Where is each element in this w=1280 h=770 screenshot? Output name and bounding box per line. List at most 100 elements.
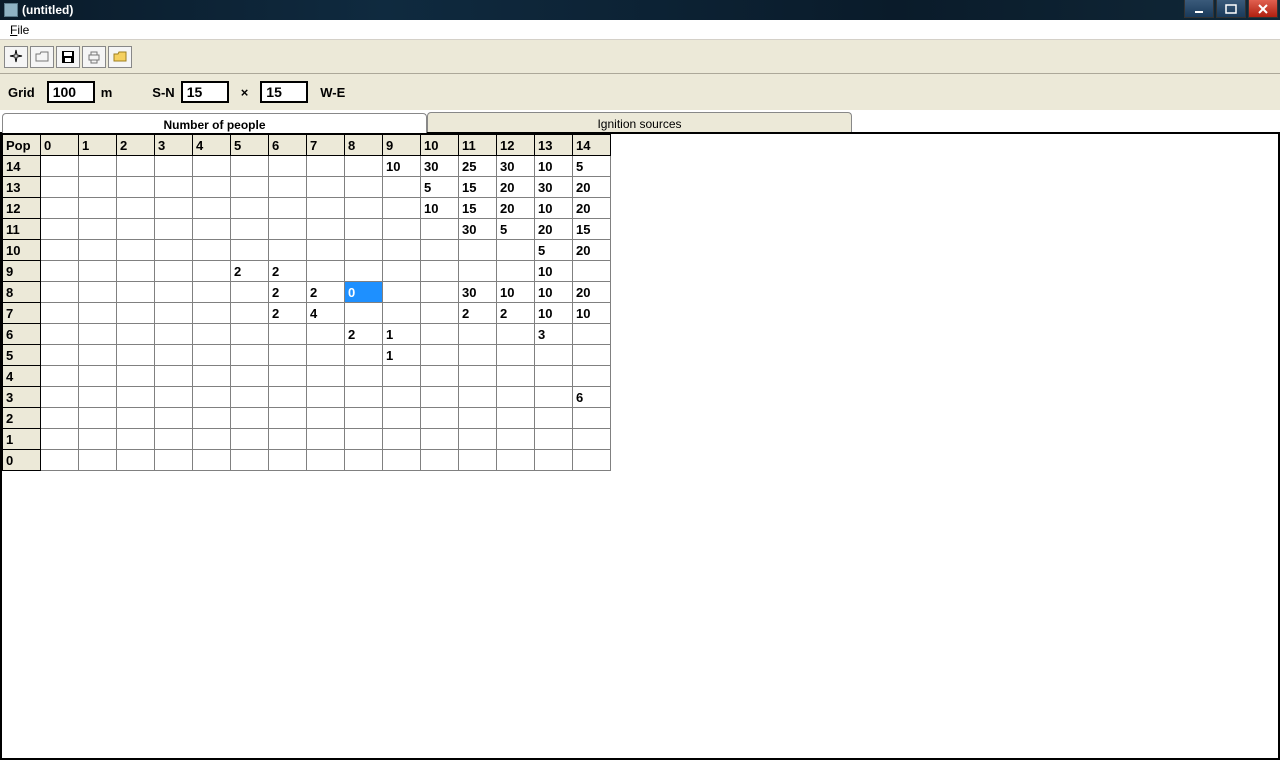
grid-cell[interactable] — [41, 177, 79, 198]
grid-cell[interactable] — [383, 450, 421, 471]
grid-cell[interactable] — [573, 261, 611, 282]
we-input[interactable] — [260, 81, 308, 103]
grid-cell[interactable] — [383, 198, 421, 219]
row-header[interactable]: 2 — [3, 408, 41, 429]
grid-cell[interactable] — [155, 387, 193, 408]
grid-cell[interactable] — [307, 366, 345, 387]
grid-cell[interactable]: 20 — [573, 177, 611, 198]
grid-cell[interactable] — [459, 387, 497, 408]
grid-cell[interactable] — [383, 261, 421, 282]
grid-cell[interactable] — [535, 408, 573, 429]
grid-cell[interactable] — [421, 345, 459, 366]
grid-cell[interactable] — [117, 240, 155, 261]
grid-cell[interactable] — [117, 450, 155, 471]
grid-cell[interactable] — [573, 345, 611, 366]
col-header[interactable]: 8 — [345, 135, 383, 156]
grid-cell[interactable] — [79, 408, 117, 429]
grid-cell[interactable]: 30 — [535, 177, 573, 198]
col-header[interactable]: 7 — [307, 135, 345, 156]
grid-cell[interactable] — [117, 345, 155, 366]
row-header[interactable]: 10 — [3, 240, 41, 261]
grid-cell[interactable] — [155, 282, 193, 303]
row-header[interactable]: 11 — [3, 219, 41, 240]
grid-cell[interactable] — [345, 429, 383, 450]
grid-cell[interactable] — [383, 303, 421, 324]
grid-cell[interactable] — [117, 261, 155, 282]
grid-cell[interactable] — [497, 261, 535, 282]
grid-cell[interactable]: 10 — [535, 261, 573, 282]
grid-cell[interactable] — [193, 450, 231, 471]
grid-cell[interactable] — [155, 345, 193, 366]
grid-cell[interactable] — [421, 261, 459, 282]
grid-cell[interactable] — [231, 282, 269, 303]
col-header[interactable]: 9 — [383, 135, 421, 156]
grid-cell[interactable] — [41, 450, 79, 471]
grid-cell[interactable] — [155, 177, 193, 198]
grid-cell[interactable] — [193, 324, 231, 345]
grid-cell[interactable] — [41, 282, 79, 303]
grid-cell[interactable] — [117, 282, 155, 303]
grid-cell[interactable]: 20 — [535, 219, 573, 240]
grid-cell[interactable] — [155, 156, 193, 177]
menu-file[interactable]: File — [4, 22, 35, 38]
grid-cell[interactable] — [231, 387, 269, 408]
grid-cell[interactable] — [383, 387, 421, 408]
grid-cell[interactable] — [421, 366, 459, 387]
grid-cell[interactable] — [79, 219, 117, 240]
grid-cell[interactable]: 30 — [459, 219, 497, 240]
grid-cell[interactable] — [79, 261, 117, 282]
grid-cell[interactable]: 30 — [459, 282, 497, 303]
grid-cell[interactable] — [421, 387, 459, 408]
row-header[interactable]: 5 — [3, 345, 41, 366]
col-header[interactable]: 5 — [231, 135, 269, 156]
grid-cell[interactable] — [155, 198, 193, 219]
grid-cell[interactable] — [155, 219, 193, 240]
grid-cell[interactable] — [269, 387, 307, 408]
grid-cell[interactable] — [383, 429, 421, 450]
grid-cell[interactable]: 5 — [573, 156, 611, 177]
grid-cell[interactable] — [383, 240, 421, 261]
grid-cell[interactable] — [307, 198, 345, 219]
grid-cell[interactable] — [41, 303, 79, 324]
grid-cell[interactable]: 0 — [345, 282, 383, 303]
grid-cell[interactable] — [41, 198, 79, 219]
col-header[interactable]: 4 — [193, 135, 231, 156]
save-button[interactable] — [56, 46, 80, 68]
grid-cell[interactable] — [307, 324, 345, 345]
grid-cell[interactable] — [269, 198, 307, 219]
grid-cell[interactable] — [345, 261, 383, 282]
grid-cell[interactable] — [269, 324, 307, 345]
row-header[interactable]: 9 — [3, 261, 41, 282]
grid-cell[interactable] — [497, 345, 535, 366]
grid-cell[interactable] — [193, 219, 231, 240]
row-header[interactable]: 13 — [3, 177, 41, 198]
grid-cell[interactable] — [345, 408, 383, 429]
grid-cell[interactable] — [231, 429, 269, 450]
sn-input[interactable] — [181, 81, 229, 103]
row-header[interactable]: 4 — [3, 366, 41, 387]
grid-cell[interactable] — [345, 156, 383, 177]
new-button[interactable] — [4, 46, 28, 68]
col-header[interactable]: 6 — [269, 135, 307, 156]
grid-cell[interactable] — [421, 303, 459, 324]
grid-cell[interactable] — [117, 324, 155, 345]
grid-cell[interactable] — [345, 345, 383, 366]
grid-cell[interactable]: 20 — [573, 240, 611, 261]
grid-cell[interactable]: 30 — [497, 156, 535, 177]
grid-cell[interactable]: 25 — [459, 156, 497, 177]
grid-cell[interactable] — [79, 429, 117, 450]
grid-cell[interactable]: 2 — [231, 261, 269, 282]
grid-cell[interactable]: 20 — [497, 177, 535, 198]
grid-cell[interactable] — [41, 429, 79, 450]
row-header[interactable]: 0 — [3, 450, 41, 471]
grid-cell[interactable]: 2 — [459, 303, 497, 324]
grid-cell[interactable] — [41, 387, 79, 408]
grid-cell[interactable] — [307, 408, 345, 429]
print-button[interactable] — [82, 46, 106, 68]
grid-cell[interactable] — [383, 408, 421, 429]
grid-cell[interactable] — [307, 450, 345, 471]
grid-cell[interactable] — [193, 408, 231, 429]
grid-cell[interactable] — [79, 303, 117, 324]
grid-cell[interactable] — [307, 177, 345, 198]
row-header[interactable]: 8 — [3, 282, 41, 303]
